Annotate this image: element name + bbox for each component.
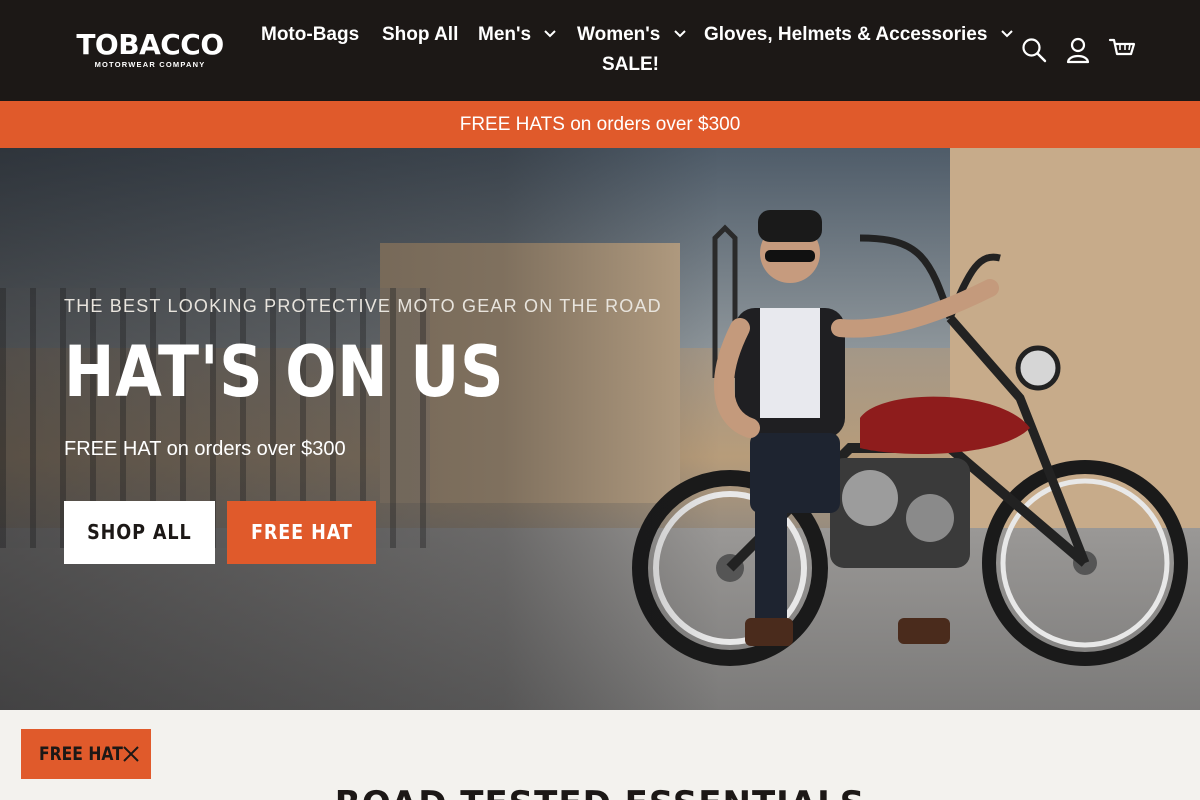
- hero-headline: HAT'S ON US: [64, 331, 505, 413]
- nav-item-label: Gloves, Helmets & Accessories: [704, 24, 988, 45]
- site-header: TOBACCO MOTORWEAR COMPANY Moto-Bags Shop…: [0, 0, 1200, 101]
- chevron-down-icon: [544, 30, 557, 38]
- nav-item-moto-bags[interactable]: Moto-Bags: [261, 22, 359, 48]
- nav-item-sale[interactable]: SALE!: [602, 52, 659, 78]
- shop-all-button[interactable]: SHOP ALL: [64, 501, 215, 564]
- close-icon[interactable]: [121, 744, 141, 764]
- free-hat-tag-label: FREE HAT: [39, 743, 123, 765]
- nav-item-label: Moto-Bags: [261, 24, 360, 45]
- cart-icon[interactable]: [1108, 36, 1136, 64]
- nav-item-gloves-helmets-accessories[interactable]: Gloves, Helmets & Accessories: [704, 22, 1015, 48]
- nav-item-womens[interactable]: Women's: [577, 22, 688, 48]
- announcement-text: FREE HATS on orders over $300: [459, 114, 741, 135]
- brand-logo[interactable]: TOBACCO MOTORWEAR COMPANY: [72, 30, 228, 72]
- chevron-down-icon: [673, 30, 686, 38]
- logo-tagline: MOTORWEAR COMPANY: [94, 60, 206, 69]
- hero-eyebrow: THE BEST LOOKING PROTECTIVE MOTO GEAR ON…: [64, 296, 662, 316]
- chevron-down-icon: [1000, 30, 1013, 38]
- hero-overlay: [0, 148, 720, 710]
- free-hat-button-label: FREE HAT: [250, 520, 353, 544]
- hero-banner: THE BEST LOOKING PROTECTIVE MOTO GEAR ON…: [0, 148, 1200, 710]
- free-hat-button[interactable]: FREE HAT: [227, 501, 376, 564]
- shop-all-button-label: SHOP ALL: [87, 520, 192, 544]
- nav-item-label: Men's: [478, 24, 532, 45]
- nav-item-mens[interactable]: Men's: [478, 22, 558, 48]
- section-title: ROAD TESTED ESSENTIALS: [0, 784, 1200, 800]
- nav-item-label: Women's: [577, 24, 661, 45]
- logo-wordmark: TOBACCO: [76, 28, 224, 61]
- free-hat-tag[interactable]: FREE HAT: [21, 729, 151, 779]
- hero-subhead: FREE HAT on orders over $300: [64, 438, 346, 460]
- nav-item-label: Shop All: [382, 24, 459, 45]
- account-icon[interactable]: [1064, 36, 1092, 64]
- search-icon[interactable]: [1020, 36, 1048, 64]
- nav-item-shop-all[interactable]: Shop All: [382, 22, 458, 48]
- announcement-bar[interactable]: FREE HATS on orders over $300: [0, 101, 1200, 148]
- nav-item-label: SALE!: [602, 54, 659, 75]
